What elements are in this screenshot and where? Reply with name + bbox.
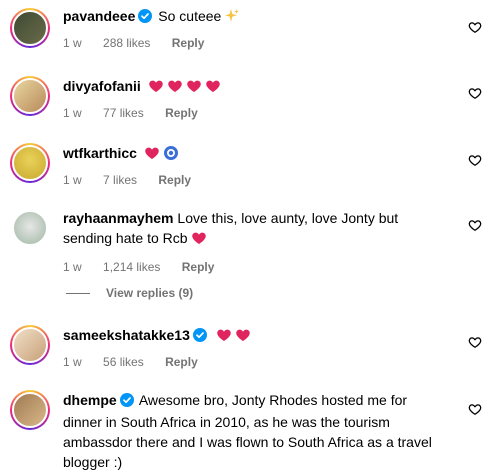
comment-time[interactable]: 1 w [63, 355, 82, 369]
verified-badge-icon [192, 327, 207, 347]
comment-likes[interactable]: 288 likes [103, 36, 150, 50]
comment-username[interactable]: pavandeee [63, 8, 135, 24]
comment-time[interactable]: 1 w [63, 173, 82, 187]
comment-likes[interactable]: 7 likes [103, 173, 137, 187]
like-heart-icon[interactable] [468, 218, 482, 232]
reply-button[interactable]: Reply [172, 36, 205, 50]
heart-emoji [235, 327, 251, 348]
reply-button[interactable]: Reply [182, 260, 215, 274]
comment-time[interactable]: 1 w [63, 260, 82, 274]
heart-emoji [186, 78, 202, 99]
like-heart-icon[interactable] [468, 20, 482, 34]
avatar[interactable] [10, 8, 50, 48]
comment-username[interactable]: divyafofanii [63, 78, 141, 94]
comment-username[interactable]: sameekshatakke13 [63, 327, 190, 343]
comment-username[interactable]: wtfkarthicc [63, 145, 137, 161]
heart-emoji [167, 78, 183, 99]
blue-circle-emoji [163, 145, 179, 166]
sparkles-emoji [224, 8, 240, 29]
reply-button[interactable]: Reply [158, 173, 191, 187]
avatar[interactable] [10, 76, 50, 116]
heart-emoji [191, 230, 207, 251]
like-heart-icon[interactable] [468, 86, 482, 100]
comment-likes[interactable]: 56 likes [103, 355, 144, 369]
like-heart-icon[interactable] [468, 335, 482, 349]
heart-emoji [148, 78, 164, 99]
avatar[interactable] [10, 143, 50, 183]
verified-badge-icon [138, 8, 153, 28]
comment-text: Awesome bro, Jonty Rhodes hosted me for … [63, 392, 432, 470]
comment-username[interactable]: dhempe [63, 392, 117, 408]
comment-time[interactable]: 1 w [63, 36, 82, 50]
comment-time[interactable]: 1 w [63, 106, 82, 120]
comment-username[interactable]: rayhaanmayhem [63, 210, 174, 226]
like-heart-icon[interactable] [468, 153, 482, 167]
avatar[interactable] [10, 325, 50, 365]
heart-emoji [216, 327, 232, 348]
heart-emoji [144, 145, 160, 166]
avatar[interactable] [10, 208, 50, 248]
verified-badge-icon [119, 392, 134, 412]
comment-likes[interactable]: 77 likes [103, 106, 144, 120]
view-replies-label: View replies (9) [106, 286, 194, 300]
avatar[interactable] [10, 390, 50, 430]
like-heart-icon[interactable] [468, 402, 482, 416]
heart-emoji [205, 78, 221, 99]
reply-button[interactable]: Reply [165, 106, 198, 120]
view-replies-button[interactable]: View replies (9) [66, 286, 193, 300]
replies-divider [66, 292, 90, 294]
comment-likes[interactable]: 1,214 likes [103, 260, 160, 274]
reply-button[interactable]: Reply [165, 355, 198, 369]
comment-text: So cuteee [158, 8, 222, 24]
